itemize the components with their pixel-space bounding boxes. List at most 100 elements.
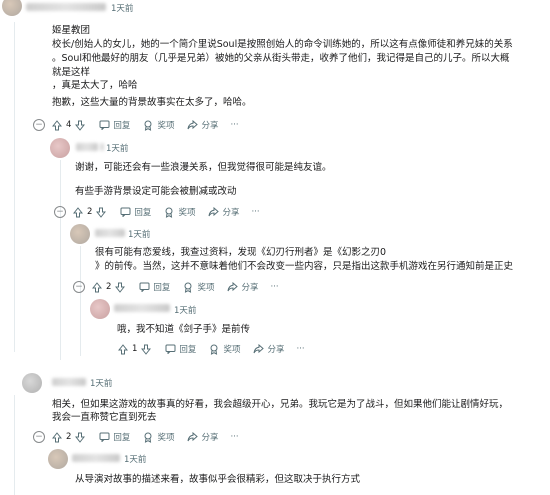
vote-count: 4 [66,120,72,130]
comment-timestamp: 1天前 [111,4,134,14]
downvote-icon[interactable] [74,431,86,443]
upvote-icon[interactable] [51,431,63,443]
award-button[interactable]: 奖项 [142,119,174,131]
thread-line [14,395,15,495]
collapse-icon[interactable]: − [73,281,85,293]
vote-count: 2 [66,432,72,442]
avatar[interactable] [90,299,110,319]
share-label: 分享 [267,345,285,355]
username-redacted[interactable] [26,3,106,11]
avatar[interactable] [48,449,68,469]
downvote-icon[interactable] [140,343,152,355]
more-options-button[interactable]: ··· [230,432,238,442]
reply-icon [98,431,110,443]
username-redacted[interactable] [114,304,170,312]
avatar[interactable] [22,373,42,393]
avatar[interactable] [70,224,90,244]
comment-body-line: 》的前传。当然，这并不意味着他们不会改变一些内容，只是指出这款手机游戏在另行通知… [95,261,514,272]
comment-body-line: 有些手游背景设定可能会被删减或改动 [75,186,237,197]
more-options-button[interactable]: ··· [251,207,259,217]
username-redacted[interactable] [76,143,98,151]
comment-timestamp: 1天前 [174,306,197,316]
share-label: 分享 [222,208,240,218]
reply-button[interactable]: 回复 [98,119,130,131]
award-label: 奖项 [223,345,241,355]
comment-body-line: 从导演对故事的描述来看，故事似乎会很精彩，但这取决于执行方式 [75,474,361,485]
share-button[interactable]: 分享 [186,119,218,131]
award-icon [142,431,154,443]
award-icon [182,281,194,293]
upvote-icon[interactable] [117,343,129,355]
thread-line [60,160,61,360]
upvote-icon[interactable] [72,206,84,218]
award-icon [208,343,220,355]
username-redacted[interactable] [72,454,120,462]
comment-body-line: 相关，但如果这游戏的故事真的好看，我会超级开心，兄弟。我玩它是为了战斗，但如果他… [52,399,509,410]
share-icon [226,281,238,293]
comment-body-line: ，真是太大了，哈哈 [52,80,138,91]
comment-body-line: 谢谢，可能还会有一些浪漫关系，但我觉得很可能是纯友谊。 [75,162,332,173]
reply-icon [164,343,176,355]
comment-body-line: 就是这样 [52,67,91,78]
award-icon [163,206,175,218]
username-redacted[interactable] [100,143,104,151]
reply-label: 回复 [113,121,131,131]
comment-body-line: 我会一直称赞它直到死去 [52,412,157,423]
reply-label: 回复 [134,208,152,218]
comment-body-line: 姬星教团 [52,25,91,36]
award-button[interactable]: 奖项 [208,343,240,355]
comment-action-bar: − 2 回复 奖项 分享 ··· [33,431,239,443]
avatar[interactable] [50,138,70,158]
downvote-icon[interactable] [74,119,86,131]
share-icon [207,206,219,218]
reply-button[interactable]: 回复 [119,206,151,218]
collapse-icon[interactable]: − [33,119,45,131]
vote-count: 2 [106,282,112,292]
upvote-icon[interactable] [51,119,63,131]
comment-timestamp: 1天前 [90,379,113,389]
award-button[interactable]: 奖项 [142,431,174,443]
share-icon [252,343,264,355]
reply-button[interactable]: 回复 [164,343,196,355]
reply-icon [119,206,131,218]
reply-button[interactable]: 回复 [98,431,130,443]
collapse-icon[interactable]: − [33,431,45,443]
share-button[interactable]: 分享 [252,343,284,355]
share-icon [186,431,198,443]
vote-count: 2 [87,207,93,217]
share-label: 分享 [241,283,259,293]
downvote-icon[interactable] [114,281,126,293]
comment-timestamp: 1天前 [124,455,147,465]
collapse-icon[interactable]: − [54,206,66,218]
share-button[interactable]: 分享 [207,206,239,218]
reply-label: 回复 [153,283,171,293]
more-options-button[interactable]: ··· [270,282,278,292]
award-button[interactable]: 奖项 [182,281,214,293]
comment-body-line: 校长/创始人的女儿，她的一个简介里说Soul是按照创始人的命令训练她的，所以这有… [52,39,513,50]
vote-count: 1 [132,344,138,354]
reply-button[interactable]: 回复 [138,281,170,293]
upvote-icon[interactable] [91,281,103,293]
comment-action-bar: 1 回复 奖项 分享 ··· [117,343,305,355]
username-redacted[interactable] [52,378,86,386]
share-button[interactable]: 分享 [186,431,218,443]
thread-line [14,22,15,352]
comment-action-bar: − 4 回复 奖项 分享 ··· [33,119,239,131]
comment-action-bar: − 2 回复 奖项 分享 ··· [54,206,260,218]
reply-label: 回复 [113,433,131,443]
avatar[interactable] [2,0,22,16]
username-redacted[interactable] [95,229,125,237]
comment-body-line: 抱歉，这些大量的背景故事实在太多了，哈哈。 [52,97,252,108]
share-label: 分享 [201,121,219,131]
award-label: 奖项 [178,208,196,218]
award-button[interactable]: 奖项 [163,206,195,218]
comment-action-bar: − 2 回复 奖项 分享 ··· [73,281,279,293]
reply-icon [138,281,150,293]
share-button[interactable]: 分享 [226,281,258,293]
downvote-icon[interactable] [95,206,107,218]
reply-icon [98,119,110,131]
comment-body-line: 哦，我不知道《剑子手》是前传 [117,324,251,335]
more-options-button[interactable]: ··· [230,120,238,130]
comment-body-line: 。Soul和他最好的朋友（几乎是兄弟）被她的父亲从街头带走，收养了他们，我记得是… [52,53,510,64]
more-options-button[interactable]: ··· [296,344,304,354]
